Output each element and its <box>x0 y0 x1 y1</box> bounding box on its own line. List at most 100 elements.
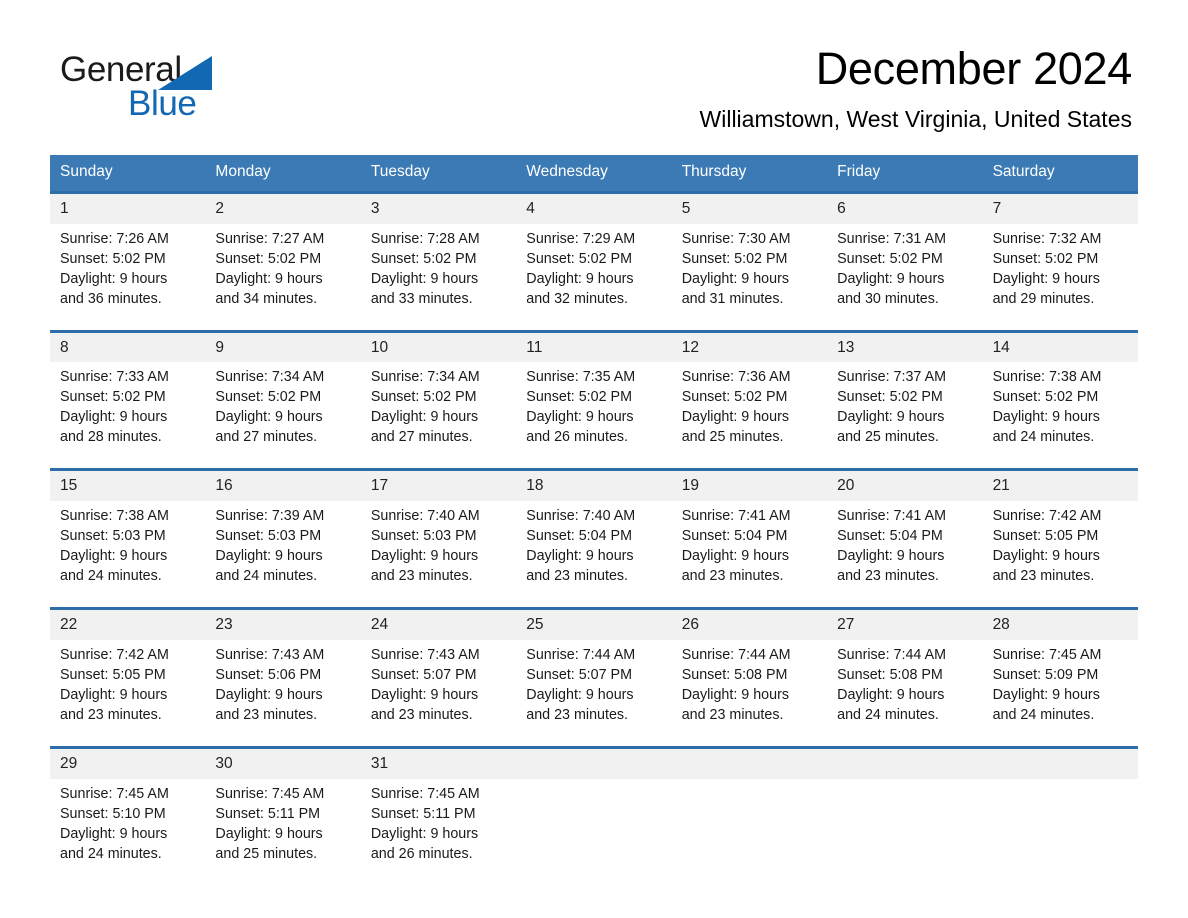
day-number[interactable]: 26 <box>672 610 827 640</box>
sunset-text: Sunset: 5:02 PM <box>681 250 788 267</box>
sunset-text: Sunset: 5:02 PM <box>837 250 943 267</box>
sunset-text: Sunset: 5:10 PM <box>60 805 166 822</box>
day-number[interactable]: 21 <box>983 471 1138 501</box>
day-cell[interactable]: Sunrise: 7:34 AM Sunset: 5:02 PM Dayligh… <box>205 362 360 449</box>
day-cell[interactable]: Sunrise: 7:37 AM Sunset: 5:02 PM Dayligh… <box>827 362 982 449</box>
day-cell[interactable]: Sunrise: 7:44 AM Sunset: 5:08 PM Dayligh… <box>672 640 827 727</box>
sunrise-text: Sunrise: 7:44 AM <box>681 646 791 663</box>
day-cell[interactable]: Sunrise: 7:30 AM Sunset: 5:02 PM Dayligh… <box>672 224 827 311</box>
day-number[interactable]: 29 <box>50 749 205 779</box>
week-daynumber-band: 1 2 3 4 5 6 7 <box>50 193 1138 224</box>
daylight-text-line2: and 26 minutes. <box>526 429 629 446</box>
day-cell[interactable]: Sunrise: 7:35 AM Sunset: 5:02 PM Dayligh… <box>516 362 671 449</box>
day-number[interactable]: 22 <box>50 610 205 640</box>
day-cell[interactable]: Sunrise: 7:38 AM Sunset: 5:03 PM Dayligh… <box>50 501 205 588</box>
day-cell[interactable]: Sunrise: 7:38 AM Sunset: 5:02 PM Dayligh… <box>983 362 1138 449</box>
day-cell[interactable]: Sunrise: 7:29 AM Sunset: 5:02 PM Dayligh… <box>516 224 671 311</box>
day-cell[interactable]: Sunrise: 7:43 AM Sunset: 5:07 PM Dayligh… <box>361 640 516 727</box>
day-cell[interactable]: Sunrise: 7:36 AM Sunset: 5:02 PM Dayligh… <box>672 362 827 449</box>
day-number[interactable]: 16 <box>205 471 360 501</box>
daylight-text-line2: and 36 minutes. <box>60 290 162 307</box>
day-number[interactable]: 8 <box>50 333 205 363</box>
day-cell[interactable]: Sunrise: 7:42 AM Sunset: 5:05 PM Dayligh… <box>983 501 1138 588</box>
day-cell[interactable]: Sunrise: 7:31 AM Sunset: 5:02 PM Dayligh… <box>827 224 982 311</box>
day-number[interactable]: 20 <box>827 471 982 501</box>
day-number[interactable]: 19 <box>672 471 827 501</box>
day-number[interactable]: 5 <box>672 194 827 224</box>
sunset-text: Sunset: 5:02 PM <box>215 250 322 267</box>
daylight-text-line2: and 24 minutes. <box>992 429 1095 446</box>
sunset-text: Sunset: 5:03 PM <box>60 528 166 545</box>
sunset-text: Sunset: 5:05 PM <box>992 528 1099 545</box>
week-detail-band: Sunrise: 7:33 AM Sunset: 5:02 PM Dayligh… <box>50 362 1138 450</box>
daylight-text-line1: Daylight: 9 hours <box>526 409 634 426</box>
day-number[interactable]: 23 <box>205 610 360 640</box>
day-cell[interactable]: Sunrise: 7:44 AM Sunset: 5:07 PM Dayligh… <box>516 640 671 727</box>
day-number[interactable]: 9 <box>205 333 360 363</box>
day-number[interactable]: 17 <box>361 471 516 501</box>
day-number[interactable]: 1 <box>50 194 205 224</box>
daylight-text-line2: and 34 minutes. <box>215 290 318 307</box>
day-number[interactable]: 2 <box>205 194 360 224</box>
sunset-text: Sunset: 5:02 PM <box>370 389 477 406</box>
weekday-header-tuesday: Tuesday <box>370 163 430 181</box>
day-cell[interactable]: Sunrise: 7:45 AM Sunset: 5:11 PM Dayligh… <box>361 779 516 866</box>
day-cell[interactable]: Sunrise: 7:39 AM Sunset: 5:03 PM Dayligh… <box>205 501 360 588</box>
calendar-page: General Blue December 2024 Williamstown,… <box>0 0 1188 918</box>
sunrise-text: Sunrise: 7:39 AM <box>215 508 325 525</box>
day-cell[interactable]: Sunrise: 7:44 AM Sunset: 5:08 PM Dayligh… <box>827 640 982 727</box>
day-number[interactable]: 6 <box>827 194 982 224</box>
daylight-text-line1: Daylight: 9 hours <box>370 548 479 565</box>
day-number[interactable]: 14 <box>983 333 1138 363</box>
weekday-header-sunday: Sunday <box>60 163 113 181</box>
day-cell[interactable]: Sunrise: 7:41 AM Sunset: 5:04 PM Dayligh… <box>827 501 982 588</box>
daylight-text-line2: and 24 minutes. <box>215 568 318 585</box>
day-number[interactable]: 13 <box>827 333 982 363</box>
day-cell[interactable]: Sunrise: 7:40 AM Sunset: 5:04 PM Dayligh… <box>516 501 671 588</box>
day-number[interactable]: 3 <box>361 194 516 224</box>
day-cell[interactable]: Sunrise: 7:45 AM Sunset: 5:11 PM Dayligh… <box>205 779 360 866</box>
daylight-text-line1: Daylight: 9 hours <box>215 409 323 426</box>
daylight-text-line2: and 23 minutes. <box>837 568 939 585</box>
day-number[interactable]: 4 <box>516 194 671 224</box>
day-cell[interactable]: Sunrise: 7:34 AM Sunset: 5:02 PM Dayligh… <box>361 362 516 449</box>
sunrise-text: Sunrise: 7:32 AM <box>992 230 1102 247</box>
day-number[interactable]: 31 <box>361 749 516 779</box>
sunset-text: Sunset: 5:05 PM <box>60 666 166 683</box>
day-number[interactable]: 10 <box>361 333 516 363</box>
week-daynumber-band: 15 16 17 18 19 20 21 <box>50 471 1138 502</box>
week-daynumber-band: 22 23 24 25 26 27 28 <box>50 610 1138 640</box>
day-number[interactable]: 7 <box>983 194 1138 224</box>
daylight-text-line1: Daylight: 9 hours <box>60 270 168 287</box>
week-detail-band: Sunrise: 7:38 AM Sunset: 5:03 PM Dayligh… <box>50 501 1138 589</box>
day-cell[interactable]: Sunrise: 7:33 AM Sunset: 5:02 PM Dayligh… <box>50 362 205 449</box>
daylight-text-line2: and 24 minutes. <box>992 706 1095 723</box>
day-number[interactable]: 11 <box>516 333 671 363</box>
day-number[interactable]: 15 <box>50 471 205 501</box>
day-cell[interactable]: Sunrise: 7:26 AM Sunset: 5:02 PM Dayligh… <box>50 224 205 311</box>
day-number[interactable]: 25 <box>516 610 671 640</box>
daylight-text-line1: Daylight: 9 hours <box>992 270 1100 287</box>
day-cell[interactable]: Sunrise: 7:43 AM Sunset: 5:06 PM Dayligh… <box>205 640 360 727</box>
day-number[interactable]: 12 <box>672 333 827 363</box>
day-cell[interactable]: Sunrise: 7:32 AM Sunset: 5:02 PM Dayligh… <box>983 224 1138 311</box>
sunrise-text: Sunrise: 7:33 AM <box>60 369 169 386</box>
sunrise-text: Sunrise: 7:43 AM <box>370 646 480 663</box>
day-number[interactable]: 18 <box>516 471 671 501</box>
day-number[interactable]: 28 <box>983 610 1138 640</box>
sunrise-text: Sunrise: 7:38 AM <box>992 369 1102 386</box>
day-cell[interactable]: Sunrise: 7:42 AM Sunset: 5:05 PM Dayligh… <box>50 640 205 727</box>
day-number[interactable]: 27 <box>827 610 982 640</box>
day-number[interactable]: 30 <box>205 749 360 779</box>
day-cell[interactable]: Sunrise: 7:45 AM Sunset: 5:10 PM Dayligh… <box>50 779 205 866</box>
daylight-text-line1: Daylight: 9 hours <box>215 270 323 287</box>
day-cell[interactable]: Sunrise: 7:41 AM Sunset: 5:04 PM Dayligh… <box>672 501 827 588</box>
sunrise-text: Sunrise: 7:37 AM <box>837 369 947 386</box>
day-cell[interactable]: Sunrise: 7:27 AM Sunset: 5:02 PM Dayligh… <box>205 224 360 311</box>
general-blue-logo[interactable]: General Blue <box>56 44 266 123</box>
day-cell[interactable]: Sunrise: 7:40 AM Sunset: 5:03 PM Dayligh… <box>361 501 516 588</box>
day-cell[interactable]: Sunrise: 7:28 AM Sunset: 5:02 PM Dayligh… <box>361 224 516 311</box>
sunrise-text: Sunrise: 7:36 AM <box>681 369 791 386</box>
day-cell[interactable]: Sunrise: 7:45 AM Sunset: 5:09 PM Dayligh… <box>983 640 1138 727</box>
day-number[interactable]: 24 <box>361 610 516 640</box>
